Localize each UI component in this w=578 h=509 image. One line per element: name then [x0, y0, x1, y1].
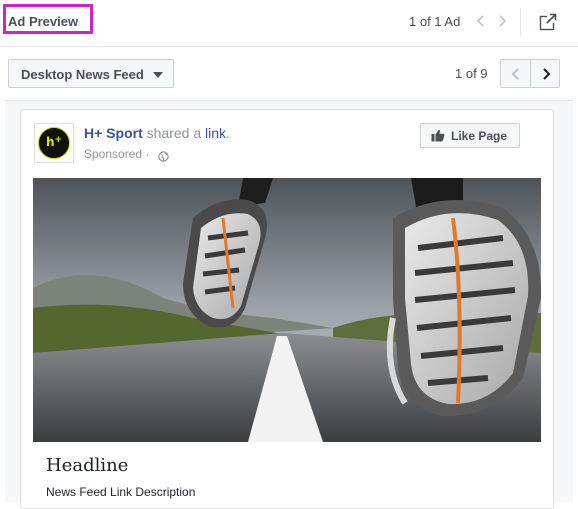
like-page-button[interactable]: Like Page — [420, 123, 520, 148]
previous-preview-button[interactable] — [501, 60, 530, 87]
brand-logo-icon: h+ — [38, 127, 70, 159]
like-page-label: Like Page — [451, 129, 508, 143]
shared-link[interactable]: link — [205, 125, 226, 141]
page-title: Ad Preview — [8, 14, 79, 29]
chevron-right-icon[interactable] — [495, 12, 509, 30]
placement-dropdown[interactable]: Desktop News Feed — [8, 59, 174, 88]
next-preview-button[interactable] — [531, 60, 560, 87]
chevron-left-icon[interactable] — [474, 12, 488, 30]
preview-page-count: 1 of 9 — [455, 66, 488, 81]
post-attribution: H+ Sport shared a link. — [84, 125, 230, 141]
shared-suffix: . — [226, 125, 230, 141]
caret-down-icon — [153, 72, 163, 78]
page-name-link[interactable]: H+ Sport — [84, 125, 143, 141]
link-description: News Feed Link Description — [46, 485, 196, 499]
chevron-right-icon — [542, 68, 550, 80]
preview-header: Ad Preview 1 of 1 Ad — [0, 0, 578, 46]
external-link-icon[interactable] — [537, 11, 559, 33]
shared-text: shared a — [142, 125, 205, 141]
ad-image[interactable] — [33, 178, 541, 442]
link-headline[interactable]: Headline — [46, 455, 128, 476]
globe-icon — [158, 149, 169, 167]
page-avatar[interactable]: h+ — [34, 123, 74, 163]
placement-label: Desktop News Feed — [21, 67, 144, 82]
header-divider — [520, 8, 521, 36]
ad-count: 1 of 1 Ad — [409, 14, 461, 29]
thumbs-up-icon — [431, 129, 445, 147]
chevron-left-icon — [511, 68, 519, 80]
header-divider-line — [0, 46, 578, 47]
preview-pager — [500, 59, 560, 88]
sponsored-label: Sponsored · — [84, 147, 150, 161]
